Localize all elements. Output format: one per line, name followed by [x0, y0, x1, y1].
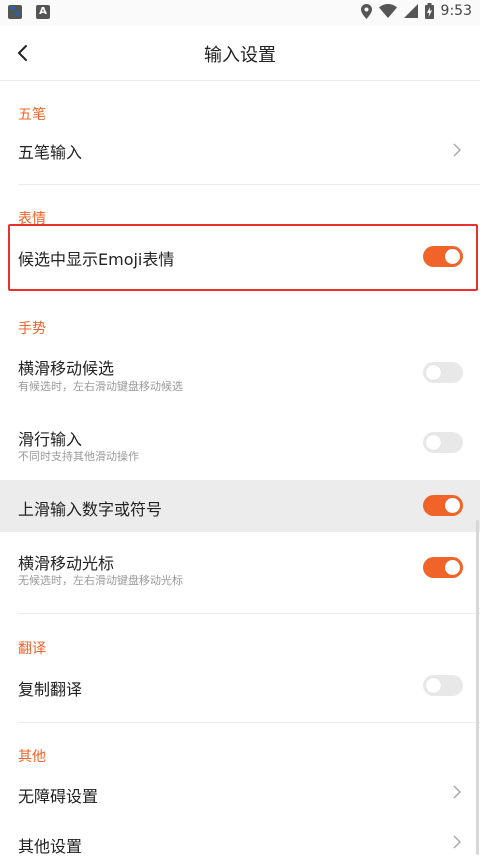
setting-description: 不同时支持其他滑动操作 — [18, 450, 139, 463]
location-icon — [360, 3, 372, 19]
chevron-right-icon — [453, 835, 462, 849]
scrollbar[interactable] — [476, 520, 479, 855]
setting-label: 上滑输入数字或符号 — [18, 500, 163, 519]
slide-input-toggle[interactable] — [423, 432, 463, 453]
copy-translate-toggle[interactable] — [423, 675, 463, 696]
setting-description: 有候选时，左右滑动键盘移动候选 — [18, 380, 183, 393]
status-bar: 🐾 A 9:53 — [0, 0, 480, 26]
setting-label: 横滑移动光标 — [18, 554, 115, 573]
setting-description: 无候选时，左右滑动键盘移动光标 — [18, 574, 183, 587]
toggle-knob — [426, 435, 441, 450]
setting-label: 五笔输入 — [18, 143, 83, 162]
section-header-gesture: 手势 — [18, 321, 46, 337]
section-header-translate: 翻译 — [18, 641, 46, 657]
setting-label: 横滑移动候选 — [18, 359, 115, 378]
setting-wubi-input[interactable]: 五笔输入 — [0, 125, 480, 175]
setting-label: 无障碍设置 — [18, 787, 99, 806]
setting-other-settings[interactable]: 其他设置 — [0, 818, 480, 856]
clock: 9:53 — [440, 3, 472, 19]
setting-label: 其他设置 — [18, 837, 83, 856]
setting-swipe-cursor[interactable]: 横滑移动光标 无候选时，左右滑动键盘移动光标 — [0, 533, 480, 605]
battery-charging-icon — [424, 3, 434, 19]
cellular-icon — [403, 4, 418, 18]
setting-label: 滑行输入 — [18, 430, 83, 449]
page-title: 输入设置 — [204, 45, 276, 66]
toggle-knob — [426, 678, 441, 693]
baidu-icon: 🐾 — [8, 5, 22, 19]
setting-swipe-up-symbols[interactable]: 上滑输入数字或符号 — [0, 480, 480, 532]
highlight-frame — [8, 224, 478, 291]
top-app-bar: 输入设置 — [0, 26, 480, 81]
section-header-wubi: 五笔 — [18, 107, 46, 123]
toggle-knob — [445, 560, 460, 575]
wifi-icon — [378, 4, 397, 18]
chevron-right-icon — [453, 143, 462, 157]
swipe-candidate-toggle[interactable] — [423, 362, 463, 383]
setting-copy-translate[interactable]: 复制翻译 — [0, 660, 480, 712]
section-header-other: 其他 — [18, 749, 46, 765]
toggle-knob — [445, 498, 460, 513]
setting-label: 复制翻译 — [18, 680, 83, 699]
chevron-right-icon — [453, 785, 462, 799]
divider — [18, 184, 480, 185]
divider — [18, 722, 480, 723]
setting-slide-input[interactable]: 滑行输入 不同时支持其他滑动操作 — [0, 410, 480, 480]
setting-swipe-candidate[interactable]: 横滑移动候选 有候选时，左右滑动键盘移动候选 — [0, 340, 480, 410]
toggle-knob — [426, 365, 441, 380]
divider — [18, 613, 480, 614]
swipe-cursor-toggle[interactable] — [423, 557, 463, 578]
setting-accessibility[interactable]: 无障碍设置 — [0, 768, 480, 816]
app-a-icon: A — [36, 5, 50, 19]
swipe-up-symbols-toggle[interactable] — [423, 495, 463, 516]
